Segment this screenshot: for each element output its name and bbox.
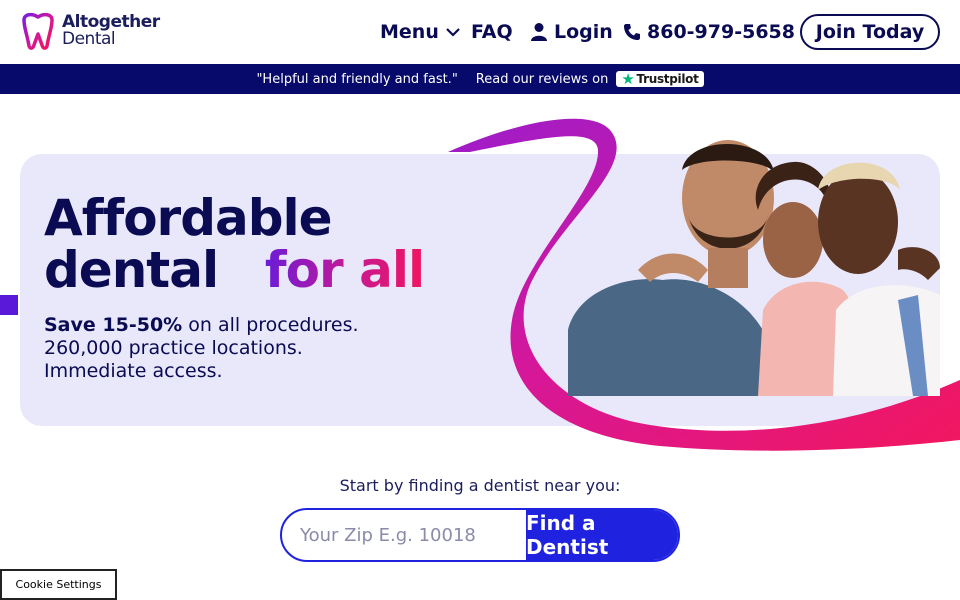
hero-access-line: Immediate access. (44, 360, 223, 382)
hero-title: Affordable dental for all (44, 189, 425, 299)
nav-faq[interactable]: FAQ (471, 20, 513, 44)
hero-savings-rest: on all procedures. (182, 314, 359, 336)
dentist-search: Find a Dentist (280, 508, 680, 562)
hero-benefits: Save 15-50% on all procedures. 260,000 p… (44, 314, 359, 383)
user-icon (531, 23, 547, 41)
logo-wordmark: Altogether Dental (62, 14, 160, 48)
tooth-logo-icon (22, 12, 54, 50)
search-prompt: Start by finding a dentist near you: (339, 476, 621, 495)
review-quote: "Helpful and friendly and fast." (256, 71, 458, 87)
hero-savings-line: Save 15-50% on all procedures. (44, 314, 359, 337)
nav-phone[interactable]: 860-979-5658 (623, 20, 795, 44)
join-today-button[interactable]: Join Today (800, 14, 940, 50)
hero-savings-bold: Save 15-50% (44, 314, 183, 336)
trustpilot-star-icon: ★ (621, 70, 635, 88)
trustpilot-label: Trustpilot (636, 72, 699, 86)
zip-input[interactable] (282, 510, 526, 560)
cookie-settings-button[interactable]: Cookie Settings (0, 569, 117, 600)
hero-title-line-1: Affordable (44, 189, 333, 247)
site-header: Altogether Dental Menu FAQ Login 860-979… (0, 0, 960, 64)
logo[interactable]: Altogether Dental (20, 12, 160, 50)
nav-phone-label: 860-979-5658 (647, 21, 795, 43)
phone-icon (624, 24, 640, 40)
chevron-down-icon (446, 28, 460, 37)
hero-family-photo (568, 140, 940, 396)
nav-faq-label: FAQ (471, 21, 513, 43)
nav-menu[interactable]: Menu (380, 20, 461, 44)
nav-login-label: Login (554, 21, 613, 43)
logo-line-2: Dental (62, 29, 116, 49)
review-banner: "Helpful and friendly and fast." Read ou… (0, 64, 960, 94)
reviews-cta[interactable]: Read our reviews on ★ Trustpilot (476, 71, 704, 87)
nav-menu-label: Menu (380, 21, 439, 43)
find-dentist-button[interactable]: Find a Dentist (526, 510, 678, 560)
hero-title-line-2: dental for all (44, 241, 425, 299)
hero-title-plain: dental (44, 241, 219, 299)
reviews-text: Read our reviews on (475, 71, 609, 87)
hero-locations-line: 260,000 practice locations. (44, 337, 303, 359)
side-tab[interactable] (0, 295, 18, 315)
hero-title-accent: for all (264, 241, 425, 299)
nav-login[interactable]: Login (530, 20, 613, 44)
trustpilot-badge[interactable]: ★ Trustpilot (616, 70, 704, 88)
